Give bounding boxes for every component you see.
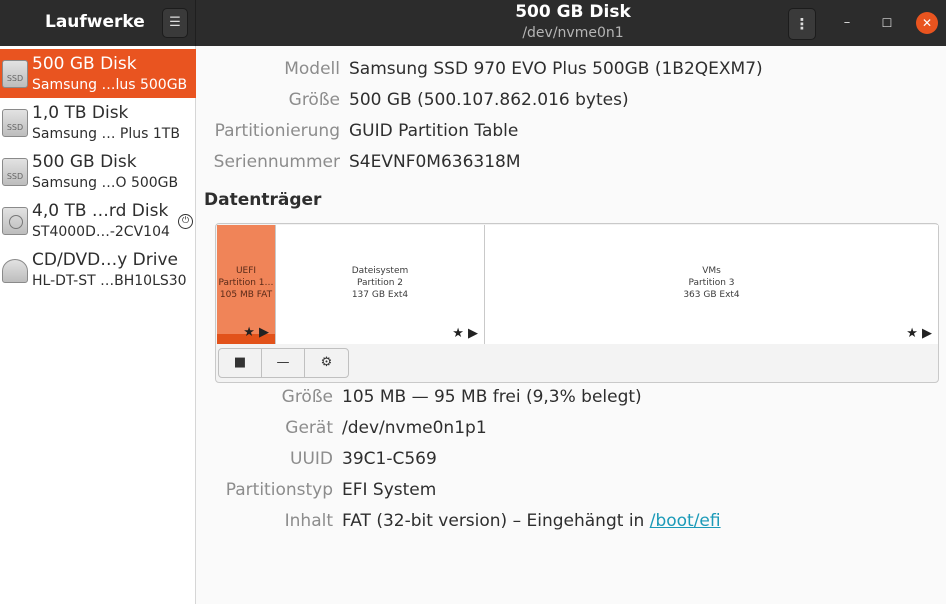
sidebar-title: Laufwerke: [45, 12, 145, 32]
mounted-play-icon: ▶: [259, 325, 269, 340]
partition-name: VMs: [702, 266, 721, 276]
drive-model: Samsung …O 500GB: [32, 175, 179, 191]
partitioning-label: Partitionierung: [214, 121, 340, 141]
delete-partition-button[interactable]: —: [262, 349, 305, 377]
partition-number: Partition 3: [688, 278, 735, 288]
model-label: Modell: [284, 59, 340, 79]
stop-icon: ■: [233, 355, 247, 370]
partition-number: Partition 1…: [218, 278, 274, 288]
star-icon: ★: [906, 326, 918, 341]
maximize-icon: ☐: [881, 16, 893, 30]
size-value: 500 GB (500.107.862.016 bytes): [349, 90, 629, 110]
header-bar: Laufwerke ☰ 500 GB Disk /dev/nvme0n1 ⋮ –…: [0, 0, 946, 46]
contents-label: Inhalt: [284, 511, 333, 531]
drive-model: HL-DT-ST …BH10LS30: [32, 273, 187, 289]
minimize-icon: –: [843, 15, 851, 30]
optical-drive-icon: [2, 259, 28, 283]
partition-options-button[interactable]: ⚙: [305, 349, 348, 377]
disk-details-pane: Modell Samsung SSD 970 EVO Plus 500GB (1…: [197, 46, 946, 604]
gears-icon: ⚙: [320, 355, 333, 370]
partition-1-efi[interactable]: UEFI Partition 1… 105 MB FAT ★ ▶: [217, 225, 276, 344]
partition-size: 363 GB Ext4: [683, 290, 740, 300]
contents-text: FAT (32-bit version) – Eingehängt in: [342, 511, 650, 531]
partitioning-value: GUID Partition Table: [349, 121, 519, 141]
drive-name: 4,0 TB …rd Disk: [32, 201, 169, 221]
serial-value: S4EVNF0M636318M: [349, 152, 521, 172]
partition-2-dateisystem[interactable]: Dateisystem Partition 2 137 GB Ext4 ★ ▶: [276, 225, 485, 344]
volume-toolbar: ■ — ⚙: [218, 348, 349, 378]
partition-size: 137 GB Ext4: [351, 290, 409, 300]
device-label: Gerät: [285, 418, 333, 438]
device-value: /dev/nvme0n1p1: [342, 418, 487, 438]
hamburger-menu-button[interactable]: ☰: [162, 8, 188, 38]
contents-value: FAT (32-bit version) – Eingehängt in /bo…: [342, 511, 721, 531]
drive-name: 500 GB Disk: [32, 54, 137, 74]
drive-item-500gb-sata[interactable]: SSD 500 GB Disk Samsung …O 500GB: [0, 147, 196, 196]
uuid-value: 39C1-C569: [342, 449, 437, 469]
partition-icons: ★ ▶: [906, 326, 932, 341]
partition-type-value: EFI System: [342, 480, 437, 500]
window-subtitle: /dev/nvme0n1: [522, 25, 624, 41]
partition-label: Dateisystem Partition 2 137 GB Ext4: [276, 265, 484, 301]
star-icon: ★: [452, 326, 464, 341]
partition-number: Partition 2: [356, 278, 404, 288]
partition-size-label: Größe: [281, 387, 333, 407]
partition-icons: ★ ▶: [452, 326, 478, 341]
close-icon: ✕: [921, 16, 933, 30]
minus-icon: —: [276, 355, 290, 370]
ssd-icon: SSD: [2, 158, 28, 186]
close-button[interactable]: ✕: [916, 12, 938, 34]
model-value: Samsung SSD 970 EVO Plus 500GB (1B2QEXM7…: [349, 59, 763, 79]
ssd-icon: SSD: [2, 60, 28, 88]
hamburger-icon: ☰: [169, 15, 181, 30]
ssd-icon: SSD: [2, 109, 28, 137]
drive-item-optical[interactable]: CD/DVD…y Drive HL-DT-ST …BH10LS30: [0, 245, 196, 294]
partition-size: 105 MB FAT: [219, 290, 273, 300]
drive-model: Samsung …lus 500GB: [32, 77, 188, 93]
partition-3-vms[interactable]: VMs Partition 3 363 GB Ext4 ★ ▶: [485, 225, 938, 344]
minimize-button[interactable]: –: [836, 12, 858, 34]
hdd-icon: [2, 207, 28, 235]
window-title: 500 GB Disk: [515, 2, 631, 22]
partition-icons: ★ ▶: [243, 325, 269, 340]
mounted-play-icon: ▶: [922, 326, 932, 341]
size-label: Größe: [288, 90, 340, 110]
maximize-button[interactable]: ☐: [876, 12, 898, 34]
drive-name: 500 GB Disk: [32, 152, 137, 172]
mounted-play-icon: ▶: [468, 326, 478, 341]
partition-type-label: Partitionstyp: [225, 480, 333, 500]
partition-label: UEFI Partition 1… 105 MB FAT: [217, 265, 275, 301]
volumes-heading: Datenträger: [204, 190, 322, 210]
partition-name: Dateisystem: [351, 266, 409, 276]
kebab-menu-icon: ⋮: [794, 15, 810, 33]
mount-point-link[interactable]: /boot/efi: [650, 511, 721, 531]
partition-name: UEFI: [235, 266, 257, 276]
power-off-icon[interactable]: ⏻: [178, 214, 193, 229]
drive-item-4tb[interactable]: 4,0 TB …rd Disk ST4000D…-2CV104 ⏻: [0, 196, 196, 245]
drive-name: 1,0 TB Disk: [32, 103, 129, 123]
drive-list-sidebar: SSD 500 GB Disk Samsung …lus 500GB SSD 1…: [0, 46, 196, 604]
drive-model: Samsung … Plus 1TB: [32, 126, 180, 142]
volume-map: UEFI Partition 1… 105 MB FAT ★ ▶ Dateisy…: [215, 223, 939, 383]
uuid-label: UUID: [290, 449, 333, 469]
serial-label: Seriennummer: [213, 152, 340, 172]
partition-label: VMs Partition 3 363 GB Ext4: [485, 265, 938, 301]
sidebar-header: Laufwerke ☰: [0, 0, 196, 46]
drive-item-500gb-nvme[interactable]: SSD 500 GB Disk Samsung …lus 500GB: [0, 49, 196, 98]
drive-model: ST4000D…-2CV104: [32, 224, 170, 240]
unmount-button[interactable]: ■: [219, 349, 262, 377]
more-options-button[interactable]: ⋮: [788, 8, 816, 40]
drive-item-1tb[interactable]: SSD 1,0 TB Disk Samsung … Plus 1TB: [0, 98, 196, 147]
star-icon: ★: [243, 325, 255, 340]
partition-size-value: 105 MB — 95 MB frei (9,3% belegt): [342, 387, 642, 407]
drive-name: CD/DVD…y Drive: [32, 250, 178, 270]
